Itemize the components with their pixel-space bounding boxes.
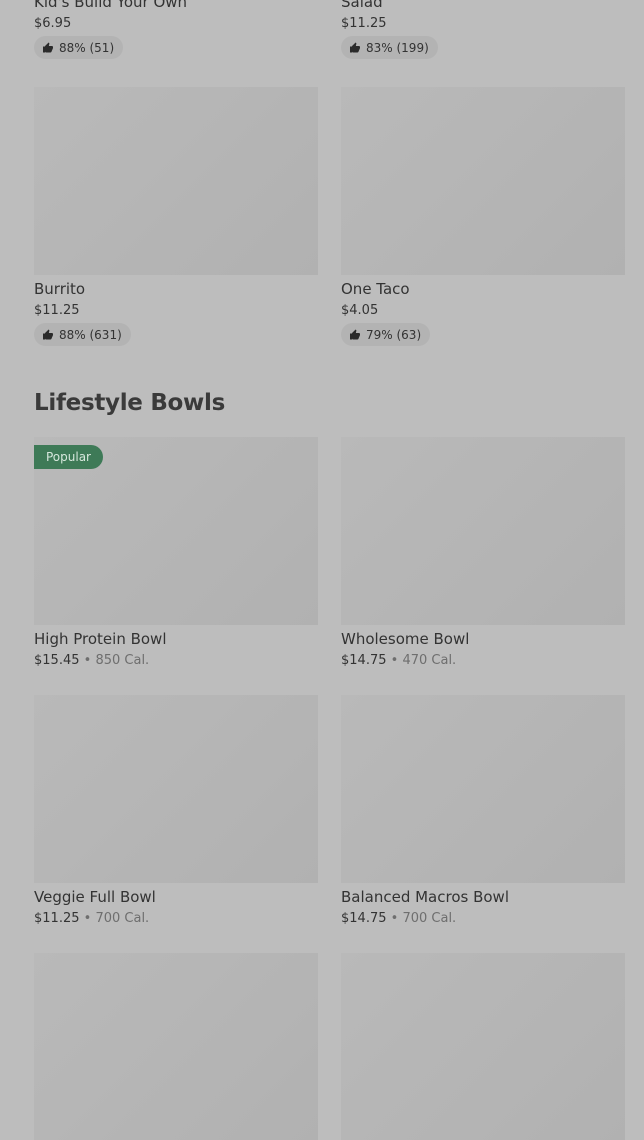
item-price: $11.25	[34, 911, 80, 926]
menu-item-card[interactable]: Burrito $11.25 88% (631)	[34, 87, 318, 346]
item-price: $4.05	[341, 303, 379, 318]
section-title: Lifestyle Bowls	[34, 390, 225, 416]
item-calories: 700 Cal.	[402, 911, 457, 926]
item-price: $6.95	[34, 16, 72, 31]
popular-badge: Popular	[34, 445, 103, 469]
item-calories: 700 Cal.	[95, 911, 150, 926]
menu-item-card[interactable]: Wholesome Bowl $14.75 • 470 Cal.	[341, 437, 625, 669]
menu-item-card[interactable]	[34, 953, 318, 1140]
menu-item-card[interactable]	[341, 953, 625, 1140]
item-price: $11.25	[341, 16, 387, 31]
item-price-calories: $15.45 • 850 Cal.	[34, 653, 318, 669]
thumbs-up-icon	[43, 329, 53, 339]
item-image[interactable]: Popular	[34, 437, 318, 625]
rating-text: 88% (631)	[59, 327, 122, 342]
item-price-calories: $14.75 • 700 Cal.	[341, 911, 625, 927]
rating-text: 83% (199)	[366, 40, 429, 55]
rating-text: 79% (63)	[366, 327, 422, 342]
item-calories: 850 Cal.	[95, 653, 150, 668]
item-name: Burrito	[34, 280, 86, 298]
item-price: $14.75	[341, 653, 387, 668]
item-name: Salad	[341, 0, 383, 11]
separator: •	[83, 653, 92, 668]
rating-badge: 88% (631)	[34, 323, 131, 346]
item-image[interactable]	[34, 87, 318, 275]
item-price: $11.25	[34, 303, 80, 318]
thumbs-up-icon	[350, 42, 360, 52]
item-name: Veggie Full Bowl	[34, 888, 156, 906]
item-name: Balanced Macros Bowl	[341, 888, 509, 906]
item-image[interactable]	[341, 87, 625, 275]
item-image[interactable]	[34, 695, 318, 883]
item-name: Kid's Build Your Own	[34, 0, 188, 11]
item-price: $14.75	[341, 911, 387, 926]
menu-item-card[interactable]: Popular High Protein Bowl $15.45 • 850 C…	[34, 437, 318, 669]
separator: •	[390, 653, 399, 668]
menu-item-card[interactable]: Balanced Macros Bowl $14.75 • 700 Cal.	[341, 695, 625, 927]
menu-item-card[interactable]: Kid's Build Your Own $6.95 88% (51)	[34, 0, 318, 59]
item-price: $15.45	[34, 653, 80, 668]
rating-badge: 83% (199)	[341, 36, 438, 59]
item-name: Wholesome Bowl	[341, 630, 470, 648]
item-price-calories: $14.75 • 470 Cal.	[341, 653, 625, 669]
item-image[interactable]	[34, 953, 318, 1140]
thumbs-up-icon	[350, 329, 360, 339]
menu-item-card[interactable]: Veggie Full Bowl $11.25 • 700 Cal.	[34, 695, 318, 927]
menu-item-card[interactable]: Salad $11.25 83% (199)	[341, 0, 625, 59]
item-price-calories: $11.25 • 700 Cal.	[34, 911, 318, 927]
item-image[interactable]	[341, 695, 625, 883]
rating-badge: 88% (51)	[34, 36, 124, 59]
rating-text: 88% (51)	[59, 40, 115, 55]
item-name: One Taco	[341, 280, 410, 298]
item-name: High Protein Bowl	[34, 630, 167, 648]
item-image[interactable]	[341, 437, 625, 625]
separator: •	[390, 911, 399, 926]
separator: •	[83, 911, 92, 926]
menu-item-card[interactable]: One Taco $4.05 79% (63)	[341, 87, 625, 346]
rating-badge: 79% (63)	[341, 323, 431, 346]
thumbs-up-icon	[43, 42, 53, 52]
item-image[interactable]	[341, 953, 625, 1140]
item-calories: 470 Cal.	[402, 653, 457, 668]
